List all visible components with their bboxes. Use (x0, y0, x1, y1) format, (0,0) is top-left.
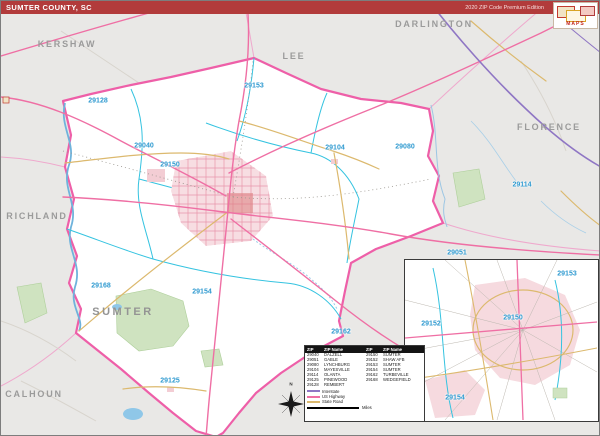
road-legend: Interstate US Highway State Road (305, 388, 424, 405)
map-page: SUMTER COUNTY, SC 2020 ZIP Code Premium … (0, 0, 600, 436)
zip-index-row: 29128REMBERT (305, 383, 424, 388)
us-highway-line-sample (307, 396, 320, 398)
zip-label-29040: 29040 (134, 143, 153, 150)
state-road-line-sample (307, 401, 320, 403)
brand-logo: MAPS (553, 2, 598, 29)
poi-icon (3, 97, 9, 103)
county-label-florence: FLORENCE (517, 122, 581, 132)
zip-label-29154: 29154 (192, 289, 211, 296)
scale-bar: Miles (305, 404, 424, 411)
county-label-sumter: SUMTER (92, 306, 153, 318)
zip-label-29150: 29150 (160, 162, 179, 169)
inset-map-art (405, 260, 597, 420)
zip-label-29114: 29114 (512, 182, 531, 189)
logo-map-thumbnail (580, 6, 595, 16)
zip-label-29080: 29080 (395, 144, 414, 151)
inset-zip-label-29152: 29152 (421, 321, 440, 328)
zip-label-29051: 29051 (447, 250, 466, 257)
zip-index-header: ZIPZIP Name ZIPZIP Name (305, 346, 424, 353)
zip-label-29168: 29168 (91, 283, 110, 290)
zip-label-29153: 29153 (244, 83, 263, 90)
compass-rose-icon (278, 391, 304, 417)
title-bar: SUMTER COUNTY, SC 2020 ZIP Code Premium … (1, 1, 599, 14)
zip-label-29104: 29104 (325, 145, 344, 152)
county-label-richland: RICHLAND (6, 211, 67, 221)
county-label-kershaw: KERSHAW (38, 39, 97, 49)
inset-zip-label-29154: 29154 (445, 395, 464, 402)
map-title: SUMTER COUNTY, SC (6, 3, 92, 12)
interstate-line-sample (307, 390, 320, 392)
zip-label-29125: 29125 (160, 378, 179, 385)
inset-map: 29153 29150 29152 29154 (404, 259, 599, 422)
scale-bar-graphic (307, 407, 359, 410)
legend-box: ZIPZIP Name ZIPZIP Name 29040DALZELL 291… (304, 345, 425, 422)
county-label-calhoun: CALHOUN (5, 389, 63, 399)
zip-label-29162: 29162 (331, 329, 350, 336)
inset-park (553, 388, 567, 398)
zip-label-29128: 29128 (88, 98, 107, 105)
inset-zip-label-29153: 29153 (557, 271, 576, 278)
scale-unit-label: Miles (362, 405, 372, 410)
compass-north-label: N (289, 382, 292, 387)
county-label-lee: LEE (283, 51, 306, 61)
inset-zip-label-29150: 29150 (503, 315, 522, 322)
edition-label: 2020 ZIP Code Premium Edition (465, 5, 544, 11)
county-label-darlington: DARLINGTON (395, 19, 473, 29)
brand-logo-text: MAPS (554, 21, 597, 27)
